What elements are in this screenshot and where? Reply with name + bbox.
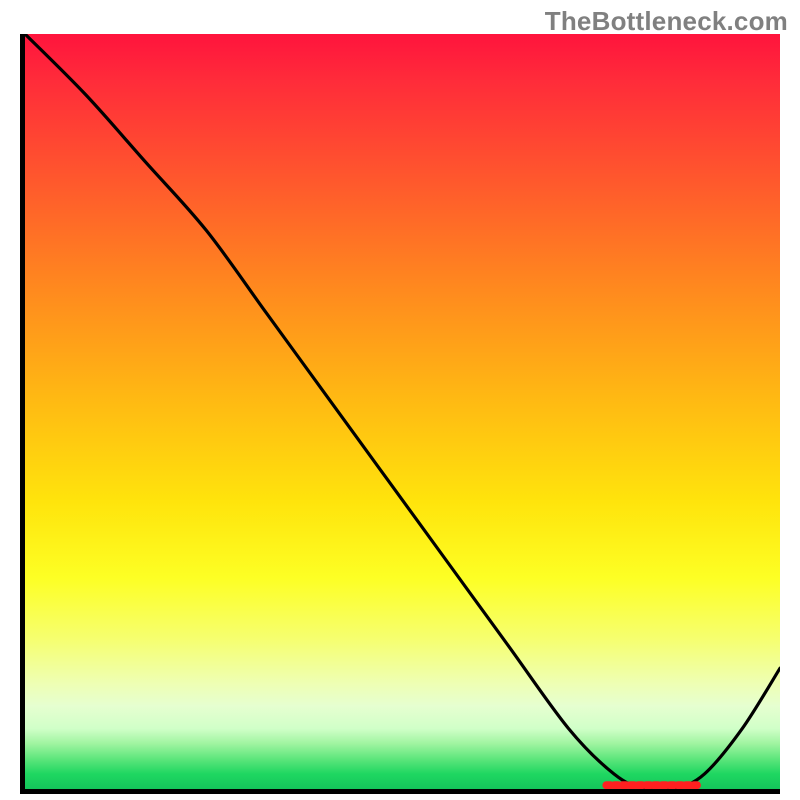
baseline-marker-svg — [25, 34, 780, 789]
chart-frame: TheBottleneck.com — [0, 0, 800, 800]
plot-area — [20, 34, 780, 794]
watermark-text: TheBottleneck.com — [545, 6, 788, 37]
